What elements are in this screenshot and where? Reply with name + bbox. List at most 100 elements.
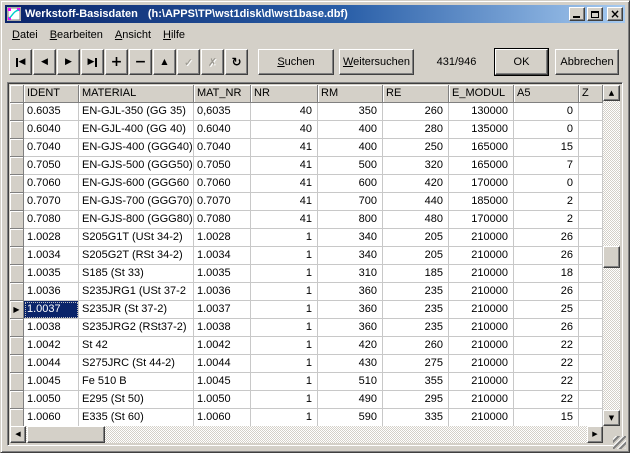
cell[interactable]: 1 [251,301,318,319]
cell[interactable]: 340 [318,229,383,247]
cell[interactable]: 26 [514,283,579,301]
insert-record-button[interactable]: + [105,49,128,75]
cell[interactable]: 210000 [449,283,514,301]
cell[interactable]: 260 [383,337,449,355]
column-header-material[interactable]: MATERIAL [79,85,194,103]
ok-button[interactable]: OK [495,49,548,75]
cell[interactable]: 1.0060 [194,409,251,426]
cell[interactable]: 275 [383,355,449,373]
cell[interactable]: 260 [383,103,449,121]
app-icon[interactable] [7,7,21,21]
cell[interactable]: 15 [514,409,579,426]
horizontal-scrollbar[interactable]: ◀ ▶ [10,426,603,443]
cell[interactable]: 235 [383,301,449,319]
cell[interactable]: 210000 [449,301,514,319]
cell[interactable]: 210000 [449,409,514,426]
cell[interactable]: 0.7060 [194,175,251,193]
cell[interactable]: 0.7060 [24,175,79,193]
cell[interactable]: 0.7050 [194,157,251,175]
cell[interactable]: EN-GJL-400 (GG 40) [79,121,194,139]
cell[interactable]: 0,6035 [194,103,251,121]
maximize-button[interactable] [587,7,603,21]
cell[interactable]: 430 [318,355,383,373]
cell[interactable]: 170000 [449,175,514,193]
resize-grip[interactable] [613,436,626,449]
column-header-ident[interactable]: IDENT [24,85,79,103]
close-button[interactable]: × [607,7,623,21]
cell[interactable]: 350 [318,103,383,121]
cell[interactable] [579,103,603,121]
cell[interactable]: EN-GJS-400 (GGG40) [79,139,194,157]
cell[interactable]: 210000 [449,229,514,247]
cell[interactable]: 41 [251,139,318,157]
horizontal-scrollbar-thumb[interactable] [27,426,105,443]
cell[interactable]: 280 [383,121,449,139]
cell[interactable]: 210000 [449,265,514,283]
cell[interactable] [579,211,603,229]
cell[interactable] [579,193,603,211]
cell[interactable]: 420 [383,175,449,193]
cell[interactable]: 26 [514,247,579,265]
cell[interactable] [579,175,603,193]
cell[interactable]: S235JR (St 37-2) [79,301,194,319]
cell[interactable]: 600 [318,175,383,193]
cell[interactable]: 235 [383,283,449,301]
cell[interactable] [579,247,603,265]
cell[interactable]: 1.0038 [194,319,251,337]
cell[interactable]: 210000 [449,373,514,391]
scroll-left-button[interactable]: ◀ [10,426,26,443]
cell[interactable]: S235JRG1 (USt 37-2 [79,283,194,301]
cell[interactable]: 1.0060 [24,409,79,426]
refresh-button[interactable]: ↻ [225,49,248,75]
cell[interactable]: 0.7080 [194,211,251,229]
cell[interactable]: 0.7040 [194,139,251,157]
cell[interactable]: 22 [514,337,579,355]
cell[interactable]: 1 [251,283,318,301]
cell[interactable] [579,391,603,409]
cell[interactable]: 0.7040 [24,139,79,157]
delete-record-button[interactable]: − [129,49,152,75]
cell[interactable]: 1.0045 [24,373,79,391]
cell[interactable]: S235JRG2 (RSt37-2) [79,319,194,337]
cell[interactable]: 40 [251,121,318,139]
minimize-button[interactable] [569,7,585,21]
cell[interactable]: 205 [383,229,449,247]
cell[interactable]: 0.6035 [24,103,79,121]
cell[interactable]: 1.0045 [194,373,251,391]
cell[interactable]: 210000 [449,391,514,409]
cell[interactable]: 0 [514,121,579,139]
cell[interactable]: 2 [514,211,579,229]
cell[interactable]: 510 [318,373,383,391]
cell[interactable] [579,319,603,337]
cell[interactable]: 205 [383,247,449,265]
next-record-button[interactable]: ▶ [57,49,80,75]
cell[interactable]: 1.0035 [24,265,79,283]
cell[interactable]: 0.6040 [194,121,251,139]
last-record-button[interactable]: ▶ [81,49,104,75]
cell[interactable]: 26 [514,229,579,247]
cell[interactable]: 18 [514,265,579,283]
cell[interactable]: 1.0034 [24,247,79,265]
cell[interactable]: 1.0050 [24,391,79,409]
cell[interactable]: 1.0042 [24,337,79,355]
cell[interactable]: 1 [251,373,318,391]
cell[interactable]: 360 [318,301,383,319]
cell[interactable]: 130000 [449,103,514,121]
cell[interactable]: EN-GJS-800 (GGG80) [79,211,194,229]
column-header-mat_nr[interactable]: MAT_NR [194,85,251,103]
cell[interactable]: 1 [251,337,318,355]
cell[interactable]: 1.0035 [194,265,251,283]
cell[interactable] [579,121,603,139]
cancel-button[interactable]: Abbrechen [555,49,619,75]
cell[interactable]: 26 [514,319,579,337]
cell[interactable]: 1 [251,355,318,373]
cell[interactable]: 590 [318,409,383,426]
cell[interactable] [579,139,603,157]
cell[interactable]: S205G2T (RSt 34-2) [79,247,194,265]
menu-hilfe[interactable]: Hilfe [157,27,191,43]
cell[interactable]: 1.0042 [194,337,251,355]
cell[interactable]: 210000 [449,319,514,337]
cell[interactable]: 165000 [449,157,514,175]
cell[interactable]: 400 [318,139,383,157]
cell[interactable]: Fe 510 B [79,373,194,391]
